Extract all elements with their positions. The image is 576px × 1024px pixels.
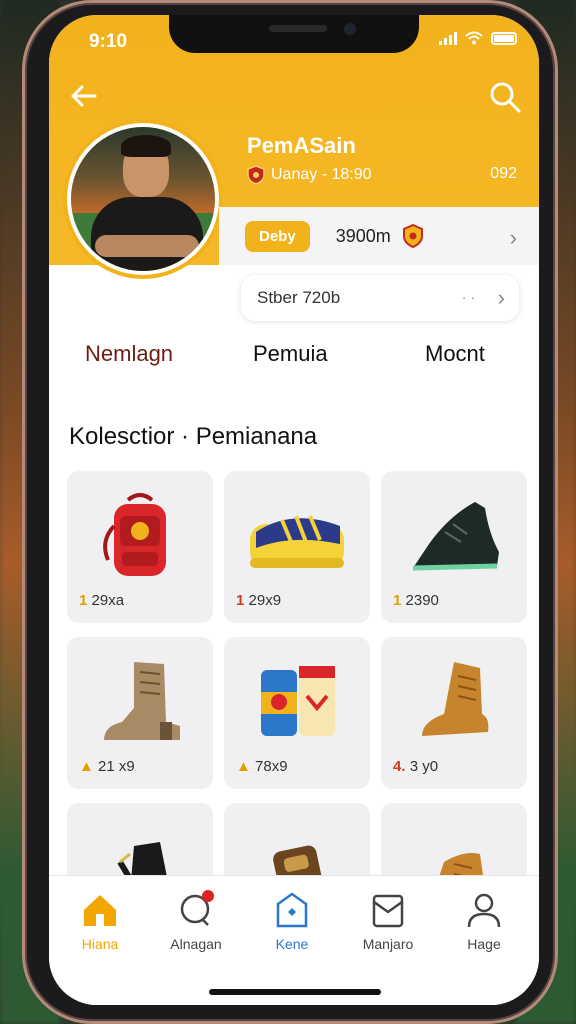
notification-dot <box>202 890 214 902</box>
product-price: 1 2390 <box>393 592 439 609</box>
nav-item-bag[interactable]: Kene <box>247 890 337 952</box>
avatar[interactable] <box>67 123 219 275</box>
nav-label: Hage <box>467 936 501 952</box>
nav-label: Kene <box>275 936 309 952</box>
profile-name: PemASain <box>247 133 356 158</box>
phone-frame: 9:10 PemASain Uanay - 18:90 092 Deby 390… <box>22 0 558 1024</box>
product-price: 1 29x9 <box>236 592 282 609</box>
app-screen: 9:10 PemASain Uanay - 18:90 092 Deby 390… <box>49 15 539 1005</box>
tab-pemuia[interactable]: Pemuia <box>253 341 328 367</box>
product-card[interactable]: ▲ 78x9 <box>224 637 370 789</box>
chevron-right-icon[interactable]: › <box>510 225 517 251</box>
product-price: ▲ 78x9 <box>236 758 288 775</box>
shoe-icon <box>250 515 344 568</box>
cleat-icon <box>412 502 499 571</box>
nav-item-chat[interactable]: Alnagan <box>151 890 241 952</box>
slider-label: Stber 720b <box>257 288 341 307</box>
user-icon <box>467 893 501 928</box>
signal-icon <box>439 31 457 45</box>
cans-icon <box>261 666 335 736</box>
wifi-icon <box>465 31 483 45</box>
product-card[interactable]: 4. 3 y0 <box>381 637 527 789</box>
section-title: Kolesctior · Pemianana <box>69 423 318 450</box>
product-price: 1 29xa <box>79 592 125 609</box>
profile-count: 092 <box>490 165 517 182</box>
notch <box>169 15 419 53</box>
nav-label: Hiana <box>81 936 119 952</box>
status-icons <box>439 31 517 45</box>
nav-item-profile[interactable]: Hage <box>439 890 529 952</box>
arrow-left-icon <box>71 85 97 107</box>
document-icon <box>372 894 404 928</box>
product-card[interactable]: 1 2390 <box>381 471 527 623</box>
product-card[interactable]: 1 29xa <box>67 471 213 623</box>
product-card[interactable]: 1 29x9 <box>224 471 370 623</box>
club-shield-icon <box>402 224 423 248</box>
nav-item-document[interactable]: Manjaro <box>343 890 433 952</box>
product-price: 4. 3 y0 <box>393 758 439 775</box>
boot-icon <box>422 662 489 736</box>
profile-meta: Uanay - 18:90 <box>247 165 372 185</box>
slider-dots: · · <box>461 289 475 305</box>
tab-bar: Nemlagn Pemuia Mocnt <box>49 341 539 381</box>
boot-icon <box>104 662 180 740</box>
tab-mocnt[interactable]: Mocnt <box>425 341 485 367</box>
status-time: 9:10 <box>89 31 128 52</box>
camera-icon <box>344 23 356 35</box>
nav-label: Alnagan <box>170 936 222 952</box>
search-icon <box>490 82 521 113</box>
chevron-right-icon[interactable]: › <box>498 285 505 311</box>
tab-nemlagn[interactable]: Nemlagn <box>85 341 173 367</box>
search-button[interactable] <box>487 79 523 115</box>
profile-meta-text: Uanay - 18:90 <box>271 166 372 183</box>
nav-item-home[interactable]: Hiana <box>55 890 145 952</box>
battery-icon <box>491 31 517 45</box>
slider-card[interactable]: Stber 720b · · › <box>241 275 519 321</box>
product-price: ▲ 21 x9 <box>79 758 135 775</box>
nav-label: Manjaro <box>362 936 414 952</box>
stats-row[interactable]: Deby 3900m › <box>219 207 539 265</box>
backpack-icon <box>103 493 166 576</box>
club-badge-icon <box>247 165 265 185</box>
product-card[interactable]: ▲ 21 x9 <box>67 637 213 789</box>
stat-value: 3900m <box>335 225 391 246</box>
bottom-nav: Hiana Alnagan Kene Manjaro Hage <box>49 875 539 1005</box>
home-indicator <box>209 989 381 995</box>
stat-pill[interactable]: Deby <box>245 220 310 252</box>
home-icon <box>84 895 116 926</box>
back-button[interactable] <box>67 79 101 113</box>
bag-icon <box>276 892 308 928</box>
